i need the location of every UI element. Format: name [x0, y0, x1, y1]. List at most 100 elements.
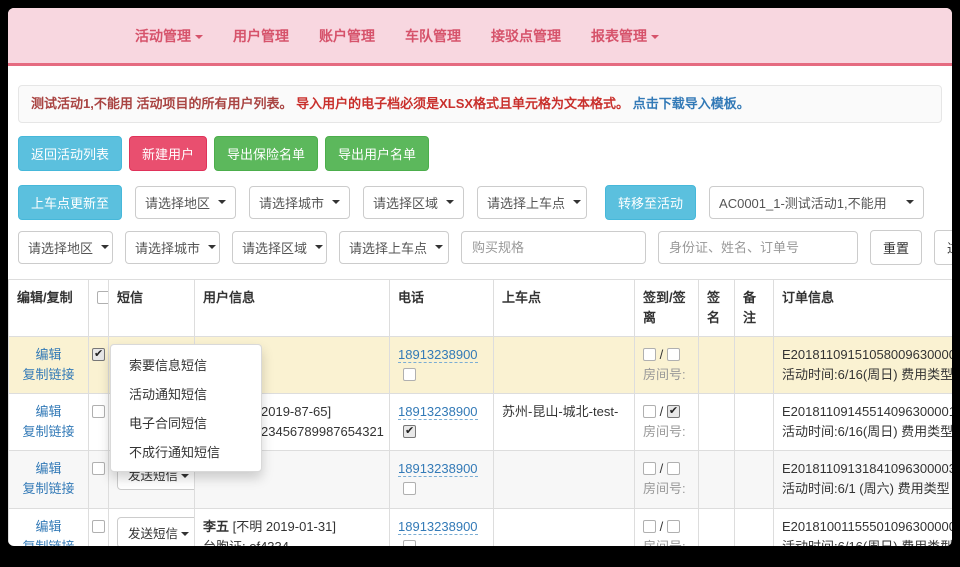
chevron-down-icon: [332, 200, 340, 204]
filter-district-select[interactable]: 请选择区域: [232, 231, 327, 264]
row-checkbox[interactable]: [92, 462, 105, 475]
top-navbar: 活动管理 用户管理 账户管理 车队管理 接驳点管理 报表管理: [8, 8, 952, 66]
header-pickup-point: 上车点: [494, 279, 635, 336]
edit-link[interactable]: 编辑: [17, 459, 80, 479]
nav-shuttle-point-management[interactable]: 接驳点管理: [491, 26, 561, 46]
checkin-checkbox[interactable]: [643, 462, 656, 475]
chevron-down-icon: [218, 200, 226, 204]
purchase-spec-input[interactable]: [461, 231, 646, 264]
note-cell: [735, 508, 774, 546]
export-user-list-button[interactable]: 导出用户名单: [325, 136, 429, 171]
pickup-update-filter-row: 上车点更新至 请选择地区 请选择城市 请选择区域 请选择上车点 转移至活动 AC…: [8, 185, 952, 220]
nav-fleet-management[interactable]: 车队管理: [405, 26, 461, 46]
checkin-checkout-cell: / 房间号:: [635, 451, 699, 508]
sms-dropdown-menu: 索要信息短信 活动通知短信 电子合同短信 不成行通知短信: [110, 344, 262, 472]
user-info-cell: 李五 [不明 2019-01-31]台胞证: ef4334: [195, 508, 390, 546]
chevron-down-icon: [208, 245, 216, 249]
checkin-checkout-cell: / 房间号:: [635, 336, 699, 393]
reset-button[interactable]: 重置: [870, 230, 922, 265]
note-cell: [735, 394, 774, 451]
phone-checkbox[interactable]: [403, 425, 416, 438]
edit-link[interactable]: 编辑: [17, 402, 80, 422]
checkout-checkbox[interactable]: [667, 462, 680, 475]
filter-city-select[interactable]: 请选择城市: [125, 231, 220, 264]
header-note: 备注: [735, 279, 774, 336]
select-all-checkbox[interactable]: [97, 291, 109, 304]
checkin-checkbox[interactable]: [643, 520, 656, 533]
phone-checkbox[interactable]: [403, 482, 416, 495]
phone-link[interactable]: 18913238900: [398, 404, 478, 420]
search-input[interactable]: [658, 231, 858, 264]
back-to-activity-list-button[interactable]: 返回活动列表: [18, 136, 122, 171]
signature-cell: [699, 336, 735, 393]
chevron-down-icon: [181, 474, 189, 478]
menu-item-cancellation-notice-sms[interactable]: 不成行通知短信: [111, 437, 261, 466]
pickup-point-select[interactable]: 请选择上车点: [477, 186, 587, 219]
send-sms-button[interactable]: 发送短信: [117, 517, 195, 546]
alert-message: 导入用户的电子档必须是XLSX格式且单元格为文本格式。: [296, 96, 629, 111]
header-phone: 电话: [390, 279, 494, 336]
target-activity-select[interactable]: AC0001_1-测试活动1,不能用: [709, 186, 924, 219]
checkout-checkbox[interactable]: [667, 405, 680, 418]
chevron-down-icon: [195, 35, 203, 39]
note-cell: [735, 451, 774, 508]
chevron-down-icon: [906, 200, 914, 204]
chevron-down-icon: [446, 200, 454, 204]
checkin-checkbox[interactable]: [643, 348, 656, 361]
header-select-all: [89, 279, 109, 336]
header-sms: 短信: [109, 279, 195, 336]
district-select[interactable]: 请选择区域: [363, 186, 464, 219]
copy-link-link[interactable]: 复制链接: [17, 365, 80, 385]
checkin-checkout-cell: / 房间号:: [635, 508, 699, 546]
filter-button[interactable]: 过滤: [934, 230, 952, 265]
copy-link-link[interactable]: 复制链接: [17, 537, 80, 546]
menu-item-e-contract-sms[interactable]: 电子合同短信: [111, 408, 261, 437]
checkin-checkbox[interactable]: [643, 405, 656, 418]
order-info-cell: E201811091455140963000019活动时间:6/16(周日) 费…: [774, 394, 953, 451]
nav-user-management[interactable]: 用户管理: [233, 26, 289, 46]
header-order-info: 订单信息: [774, 279, 953, 336]
row-checkbox[interactable]: [92, 405, 105, 418]
filter-region-select[interactable]: 请选择地区: [18, 231, 113, 264]
order-info-cell: E201811091318410963000031活动时间:6/1 (周六) 费…: [774, 451, 953, 508]
room-number-label: 房间号:: [643, 537, 690, 546]
checkout-checkbox[interactable]: [667, 520, 680, 533]
copy-link-link[interactable]: 复制链接: [17, 479, 80, 499]
new-user-button[interactable]: 新建用户: [129, 136, 207, 171]
export-insurance-list-button[interactable]: 导出保险名单: [214, 136, 318, 171]
header-signature: 签名: [699, 279, 735, 336]
chevron-down-icon: [181, 532, 189, 536]
menu-item-request-info-sms[interactable]: 索要信息短信: [111, 350, 261, 379]
pickup-point-cell: [494, 508, 635, 546]
region-select[interactable]: 请选择地区: [135, 186, 236, 219]
edit-link[interactable]: 编辑: [17, 517, 80, 537]
nav-account-management[interactable]: 账户管理: [319, 26, 375, 46]
row-checkbox[interactable]: [92, 348, 105, 361]
chevron-down-icon: [101, 245, 109, 249]
phone-link[interactable]: 18913238900: [398, 461, 478, 477]
action-buttons-row: 返回活动列表 新建用户 导出保险名单 导出用户名单: [8, 136, 952, 171]
download-template-link[interactable]: 点击下载导入模板。: [633, 96, 750, 111]
nav-activity-management[interactable]: 活动管理: [135, 26, 203, 46]
filter-pickup-point-select[interactable]: 请选择上车点: [339, 231, 449, 264]
table-header-row: 编辑/复制 短信 用户信息 电话 上车点 签到/签离 签名 备注 订单信息: [9, 279, 953, 336]
copy-link-link[interactable]: 复制链接: [17, 422, 80, 442]
update-pickup-point-button[interactable]: 上车点更新至: [18, 185, 122, 220]
city-select[interactable]: 请选择城市: [249, 186, 350, 219]
phone-checkbox[interactable]: [403, 368, 416, 381]
transfer-to-activity-button[interactable]: 转移至活动: [605, 185, 696, 220]
edit-link[interactable]: 编辑: [17, 345, 80, 365]
phone-link[interactable]: 18913238900: [398, 347, 478, 363]
checkout-checkbox[interactable]: [667, 348, 680, 361]
phone-checkbox[interactable]: [403, 540, 416, 546]
pickup-point-cell: [494, 451, 635, 508]
note-cell: [735, 336, 774, 393]
header-checkin-checkout: 签到/签离: [635, 279, 699, 336]
phone-link[interactable]: 18913238900: [398, 519, 478, 535]
signature-cell: [699, 451, 735, 508]
chevron-down-icon: [315, 245, 323, 249]
row-checkbox[interactable]: [92, 520, 105, 533]
menu-item-activity-notice-sms[interactable]: 活动通知短信: [111, 379, 261, 408]
nav-report-management[interactable]: 报表管理: [591, 26, 659, 46]
checkin-checkout-cell: / 房间号:: [635, 394, 699, 451]
